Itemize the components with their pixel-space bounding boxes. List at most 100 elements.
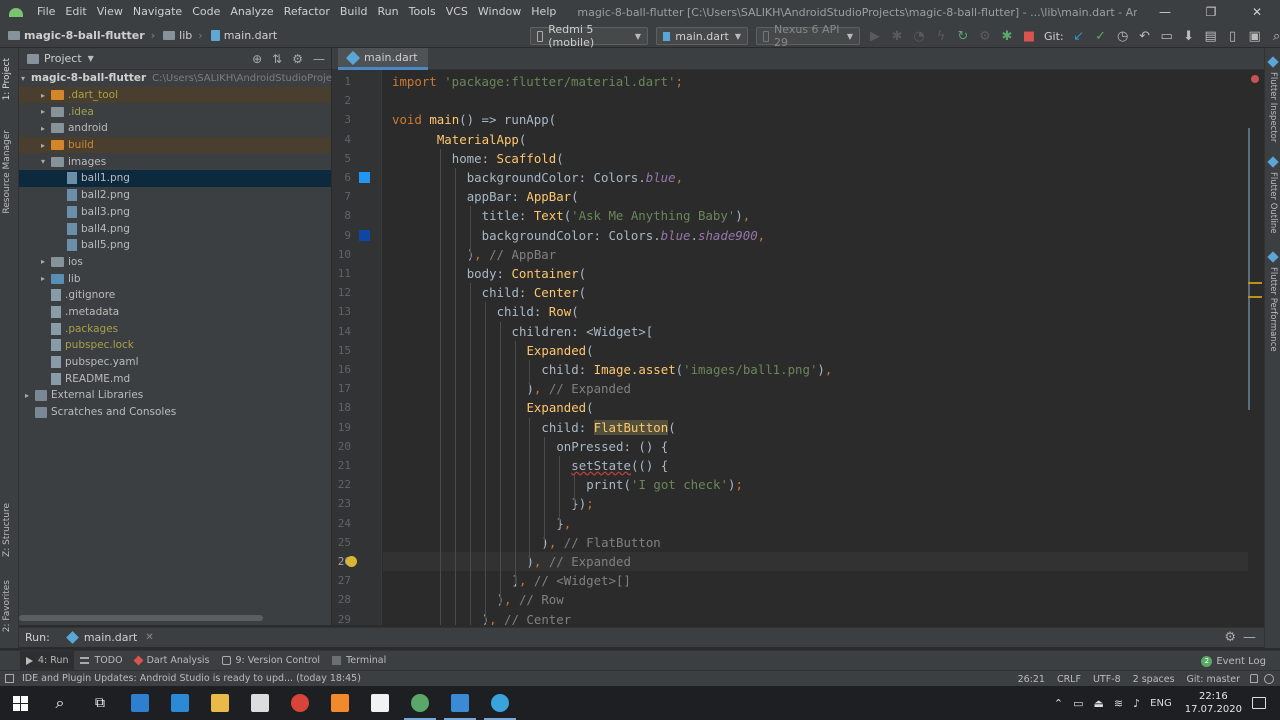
tab-main-dart[interactable]: main.dart: [338, 48, 428, 70]
tree-item[interactable]: ▾ magic-8-ball-flutter C:\Users\SALIKH\And…: [19, 70, 360, 87]
code-line[interactable]: backgroundColor: Colors.blue,: [383, 168, 1248, 187]
run-icon[interactable]: ▶: [864, 24, 886, 48]
line-number[interactable]: 15: [332, 344, 351, 357]
fold-marker-icon[interactable]: [381, 288, 382, 297]
code-line[interactable]: backgroundColor: Colors.blue.shade900,: [383, 226, 1248, 245]
code-line[interactable]: children: <Widget>[: [383, 322, 1248, 341]
chevron-up-icon[interactable]: ⌃: [1054, 697, 1063, 710]
hot-reload-icon[interactable]: ϟ: [930, 24, 952, 48]
code-line[interactable]: ), // Expanded: [383, 379, 1248, 398]
usb-icon[interactable]: ⏏: [1094, 697, 1104, 710]
tree-item[interactable]: ball1.png: [19, 170, 331, 187]
code-line[interactable]: [383, 91, 1248, 110]
editor-gutter[interactable]: 1 2 3 4 5 6 7 8 9 10 11 12 13 14 15 16 17 18 19 20 21 22 23 24 2…: [332, 70, 382, 625]
code-line[interactable]: ), // Center: [383, 610, 1248, 625]
code-line[interactable]: ), // Expanded: [383, 552, 1248, 572]
tool-window-todo[interactable]: TODO: [74, 651, 128, 671]
tool-window-dart-analysis[interactable]: Dart Analysis: [129, 651, 216, 671]
line-number[interactable]: 12: [332, 286, 351, 299]
line-number[interactable]: 1: [332, 75, 351, 88]
line-number[interactable]: 4: [332, 133, 351, 146]
chevron-right-icon[interactable]: ▸: [21, 391, 33, 400]
notification-icon[interactable]: [5, 674, 14, 683]
rollback-icon[interactable]: ↶: [1134, 24, 1156, 48]
line-number[interactable]: 6: [332, 171, 351, 184]
taskbar-telegram[interactable]: [480, 686, 520, 720]
project-structure-icon[interactable]: ▭: [1156, 24, 1178, 48]
taskbar-mail[interactable]: [120, 686, 160, 720]
menu-refactor[interactable]: Refactor: [279, 0, 335, 24]
language-indicator[interactable]: ENG: [1150, 698, 1172, 709]
project-view-selector[interactable]: Project: [44, 52, 82, 65]
tree-item[interactable]: ball4.png: [19, 220, 331, 237]
tab-favorites[interactable]: 2: Favorites: [2, 580, 12, 632]
taskbar-chrome[interactable]: [280, 686, 320, 720]
battery-icon[interactable]: ▭: [1073, 697, 1083, 710]
error-indicator-icon[interactable]: [1251, 75, 1259, 83]
code-editor[interactable]: import 'package:flutter/material.dart'; v…: [383, 70, 1248, 625]
debug-attach-icon[interactable]: ✱: [996, 24, 1018, 48]
line-number[interactable]: 16: [332, 363, 351, 376]
close-icon[interactable]: ✕: [145, 632, 153, 643]
file-encoding[interactable]: UTF-8: [1093, 674, 1121, 685]
line-number[interactable]: 9: [332, 229, 351, 242]
line-number[interactable]: 18: [332, 401, 351, 414]
taskbar-file-explorer[interactable]: [200, 686, 240, 720]
code-line[interactable]: child: Center(: [383, 283, 1248, 302]
line-number[interactable]: 14: [332, 325, 351, 338]
warning-marker[interactable]: [1248, 296, 1262, 298]
tree-item[interactable]: ▾ images: [19, 153, 331, 170]
debug-icon[interactable]: ✱: [886, 24, 908, 48]
fold-marker-icon[interactable]: [381, 115, 382, 124]
chevron-right-icon[interactable]: ▸: [37, 274, 49, 283]
fold-marker-icon[interactable]: [381, 538, 382, 547]
code-line[interactable]: print('I got check');: [383, 475, 1248, 494]
taskbar-document[interactable]: [360, 686, 400, 720]
warning-marker[interactable]: [1248, 282, 1262, 284]
code-line[interactable]: child: Row(: [383, 302, 1248, 321]
line-number[interactable]: 20: [332, 440, 351, 453]
chevron-down-icon[interactable]: ▾: [37, 157, 49, 166]
fold-marker-icon[interactable]: [381, 307, 382, 316]
tree-item[interactable]: .packages: [19, 320, 331, 337]
git-commit-icon[interactable]: ✓: [1090, 24, 1112, 48]
gear-icon[interactable]: ⚙: [292, 52, 303, 66]
tab-flutter-outline[interactable]: Flutter Outline: [1268, 158, 1278, 233]
locate-icon[interactable]: ⊕: [252, 52, 262, 66]
line-number[interactable]: 3: [332, 113, 351, 126]
code-line[interactable]: void main() => runApp(: [383, 110, 1248, 129]
breadcrumb-lib[interactable]: lib ›: [163, 29, 203, 42]
start-button[interactable]: [0, 686, 40, 720]
menu-analyze[interactable]: Analyze: [225, 0, 278, 24]
line-number[interactable]: 13: [332, 305, 351, 318]
tree-item[interactable]: ▸ build: [19, 136, 331, 154]
taskbar-photos[interactable]: [440, 686, 480, 720]
menu-window[interactable]: Window: [473, 0, 526, 24]
line-number[interactable]: 19: [332, 421, 351, 434]
menu-file[interactable]: File: [32, 0, 60, 24]
line-number[interactable]: 27: [332, 574, 351, 587]
run-tab-main-dart[interactable]: main.dart ✕: [65, 631, 154, 644]
tab-structure[interactable]: Z: Structure: [2, 503, 12, 557]
menu-view[interactable]: View: [92, 0, 128, 24]
tree-item[interactable]: ▸ .dart_tool: [19, 86, 331, 104]
wifi-icon[interactable]: ≋: [1114, 697, 1123, 710]
taskbar-store[interactable]: [240, 686, 280, 720]
menu-vcs[interactable]: VCS: [441, 0, 473, 24]
code-line[interactable]: ), // AppBar: [383, 245, 1248, 264]
color-swatch-icon[interactable]: [359, 172, 370, 183]
code-line[interactable]: appBar: AppBar(: [383, 187, 1248, 206]
line-number[interactable]: 5: [332, 152, 351, 165]
chevron-down-icon[interactable]: ▾: [21, 74, 25, 83]
code-line[interactable]: ), // FlatButton: [383, 533, 1248, 552]
horizontal-scrollbar[interactable]: [19, 615, 263, 621]
fold-marker-icon[interactable]: [381, 403, 382, 412]
line-number[interactable]: 7: [332, 190, 351, 203]
restore-button[interactable]: ❐: [1188, 0, 1234, 24]
avd-manager-icon[interactable]: ▯: [1222, 24, 1244, 48]
hot-restart-icon[interactable]: ↻: [952, 24, 974, 48]
stop-icon[interactable]: ■: [1018, 24, 1040, 48]
run-config-selector[interactable]: main.dart ▼: [656, 27, 748, 45]
device-selector[interactable]: Redmi 5 (mobile) ▼: [530, 23, 648, 49]
chevron-right-icon[interactable]: ▸: [37, 124, 49, 133]
